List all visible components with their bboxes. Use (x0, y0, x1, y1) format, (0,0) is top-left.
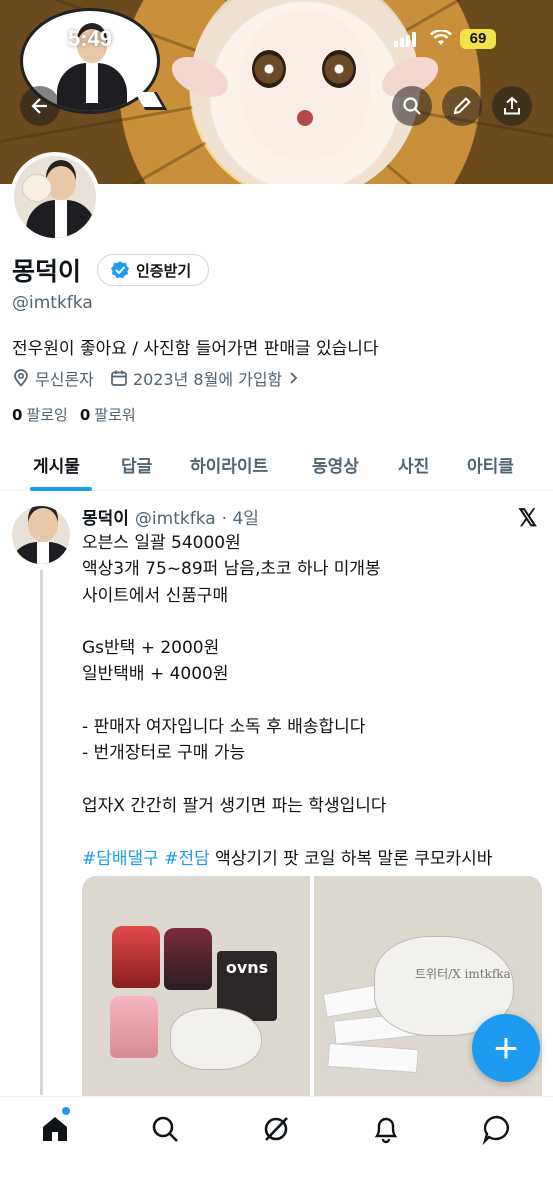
post-time: · 4일 (221, 509, 259, 529)
get-verified-button[interactable]: 인증받기 (97, 254, 209, 286)
post-author-name[interactable]: 몽덕이 (82, 504, 129, 529)
active-tab-indicator (30, 487, 92, 491)
home-icon[interactable] (39, 1113, 71, 1145)
get-verified-label: 인증받기 (136, 261, 192, 280)
profile-avatar[interactable] (10, 152, 100, 242)
post-line: 업자X 간간히 팔거 생기면 파는 학생입니다 (82, 795, 387, 816)
bottom-navigation (0, 1096, 553, 1200)
tab-articles[interactable]: 아티클 (467, 452, 514, 477)
bell-icon[interactable] (370, 1113, 402, 1145)
status-time: 5:49 (68, 26, 113, 51)
status-bar: 5:49 69 (0, 26, 553, 56)
profile-name: 몽덕이 (12, 257, 82, 286)
message-icon[interactable] (481, 1113, 513, 1145)
post-header: 몽덕이 @imtkfka · 4일 (82, 504, 259, 529)
home-notification-dot (62, 1107, 70, 1115)
profile-joined: 2023년 8월에 가입함 (132, 370, 283, 389)
profile-handle: @imtkfka (12, 293, 93, 313)
back-button[interactable] (20, 86, 60, 126)
post-line: 오븐스 일괄 54000원 (82, 533, 241, 553)
post-line: 일반택배 + 4000원 (82, 664, 229, 685)
post-image-1[interactable]: ovns (82, 876, 310, 1096)
post-hashtag-line: #담배댈구 #전담 액상기기 팟 코일 하복 말론 쿠모카시바 (82, 846, 542, 872)
post-line: - 번개장터로 구매 가능 (82, 743, 246, 764)
calendar-icon (111, 370, 127, 386)
search-button[interactable] (392, 86, 432, 126)
compose-post-button[interactable]: + (472, 1014, 540, 1082)
tab-photos[interactable]: 사진 (398, 452, 429, 477)
joined-date-link[interactable]: 2023년 8월에 가입함 (110, 366, 299, 390)
hashtag-link[interactable]: #담배댈구 (82, 849, 159, 869)
search-icon[interactable] (149, 1113, 181, 1145)
profile-tabs: 게시물 답글 하이라이트 동영상 사진 아티클 (0, 440, 553, 491)
followers-link[interactable]: 0 팔로워 (80, 404, 136, 425)
chevron-right-icon (290, 372, 298, 384)
profile-meta: 무신론자 2023년 8월에 가입함 (12, 366, 315, 390)
tab-replies[interactable]: 답글 (121, 452, 152, 477)
post-line (82, 688, 542, 714)
post-media[interactable]: ovns 트위터/X imtkfka (82, 876, 542, 1096)
following-count: 0 (12, 406, 23, 424)
following-label: 팔로잉 (26, 406, 68, 424)
profile-bio: 전우원이 좋아요 / 사진함 들어가면 판매글 있습니다 (12, 339, 379, 359)
post-author-avatar[interactable] (12, 506, 70, 564)
back-arrow-icon (31, 98, 47, 114)
search-icon (403, 97, 421, 115)
post-line: Gs반택 + 2000원 (82, 638, 220, 659)
post-line (82, 767, 542, 793)
followers-label: 팔로워 (94, 406, 136, 424)
share-icon (504, 96, 520, 115)
tab-videos[interactable]: 동영상 (312, 452, 359, 477)
pencil-icon (453, 97, 471, 115)
post-line: 액상3개 75~89퍼 남음,초코 하나 미개봉 (82, 559, 381, 580)
tab-highlights[interactable]: 하이라이트 (190, 452, 268, 477)
post-tail-text: 액상기기 팟 코일 하복 말론 쿠모카시바 (215, 848, 493, 869)
edit-button[interactable] (442, 86, 482, 126)
post-line (82, 609, 542, 635)
grok-icon[interactable] (260, 1113, 292, 1145)
follow-stats: 0 팔로잉 0 팔로워 (12, 404, 136, 425)
verified-badge-icon (111, 261, 129, 279)
thread-line (40, 570, 43, 1095)
following-link[interactable]: 0 팔로잉 (12, 404, 68, 425)
post-line: - 판매자 여자입니다 소독 후 배송합니다 (82, 717, 366, 738)
tab-posts[interactable]: 게시물 (33, 452, 80, 477)
cellular-signal-icon (394, 32, 416, 47)
post-line (82, 819, 542, 845)
x-logo-icon: 𝕏 (518, 505, 538, 532)
hashtag-link[interactable]: #전담 (164, 849, 210, 869)
share-button[interactable] (492, 86, 532, 126)
profile-location: 무신론자 (35, 370, 94, 389)
post-text: 오븐스 일괄 54000원 액상3개 75~89퍼 남음,초코 하나 미개봉 사… (82, 530, 542, 872)
followers-count: 0 (79, 406, 91, 424)
wifi-icon (430, 30, 452, 45)
location-pin-icon (14, 369, 28, 387)
post-line: 사이트에서 신품구매 (82, 585, 229, 606)
battery-indicator: 69 (460, 29, 496, 49)
post-author-handle: @imtkfka (134, 509, 216, 529)
